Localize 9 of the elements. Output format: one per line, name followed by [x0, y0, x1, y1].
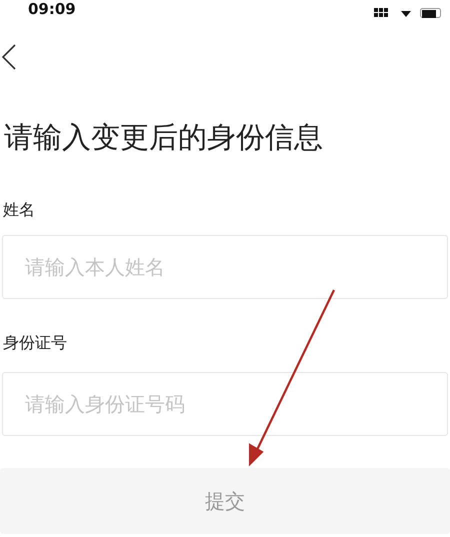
field-label: 姓名: [3, 200, 36, 221]
battery-icon: [420, 8, 442, 18]
input-field[interactable]: 请输入身份证号码: [2, 372, 448, 436]
field-label: 身份证号: [3, 333, 68, 354]
page-title: 请输入变更后的身份信息: [4, 119, 324, 156]
input-field[interactable]: 请输入本人姓名: [2, 235, 448, 299]
wifi-icon: [400, 9, 412, 18]
back-icon[interactable]: [2, 44, 16, 70]
status-time: 09:09: [28, 1, 76, 18]
